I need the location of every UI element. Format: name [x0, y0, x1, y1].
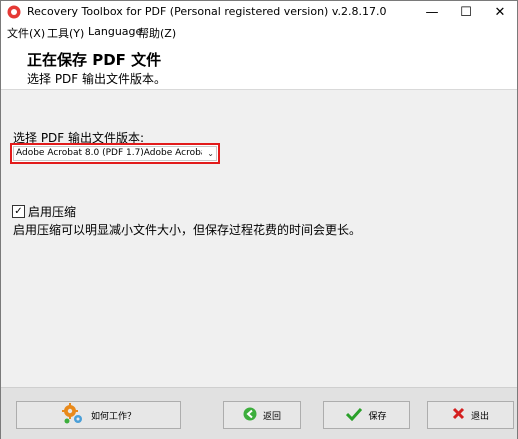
maximize-button[interactable]: ☐	[449, 1, 483, 23]
menu-language[interactable]: Language	[88, 25, 142, 38]
how-it-works-label: 如何工作？	[90, 411, 136, 422]
close-button[interactable]: ✕	[483, 1, 517, 23]
compress-label[interactable]: 启用压缩	[28, 203, 76, 220]
version-select-value: Adobe Acrobat 8.0 (PDF 1.7)Adobe Acrobat…	[16, 148, 202, 158]
how-it-works-button[interactable]: 如何工作？	[16, 401, 181, 429]
app-logo-icon	[7, 5, 21, 19]
version-select[interactable]: Adobe Acrobat 8.0 (PDF 1.7)Adobe Acrobat…	[13, 146, 217, 161]
compress-option[interactable]: ✓ 启用压缩	[12, 203, 76, 220]
wizard-header: 正在保存 PDF 文件 选择 PDF 输出文件版本。	[1, 41, 517, 90]
app-window: Recovery Toolbox for PDF (Personal regis…	[0, 0, 518, 439]
chevron-down-icon[interactable]: ⌄	[207, 148, 214, 159]
save-button[interactable]: 保存	[323, 401, 410, 429]
exit-button[interactable]: 退出	[427, 401, 514, 429]
exit-label: 退出	[470, 411, 489, 422]
back-arrow-icon	[243, 407, 257, 424]
version-select-highlight: Adobe Acrobat 8.0 (PDF 1.7)Adobe Acrobat…	[10, 143, 220, 164]
menu-help[interactable]: 帮助(Z)	[138, 25, 176, 41]
title-bar[interactable]: Recovery Toolbox for PDF (Personal regis…	[1, 1, 517, 23]
menu-tools[interactable]: 工具(Y)	[47, 25, 84, 41]
checkmark-icon	[346, 407, 363, 424]
back-button[interactable]: 返回	[223, 401, 301, 429]
gears-icon	[61, 402, 85, 429]
compress-description: 启用压缩可以明显减小文件大小，但保存过程花费的时间会更长。	[13, 223, 362, 237]
minimize-button[interactable]: —	[415, 1, 449, 23]
page-title: 正在保存 PDF 文件	[27, 51, 162, 69]
save-label: 保存	[368, 411, 387, 422]
page-subtitle: 选择 PDF 输出文件版本。	[27, 72, 167, 86]
button-bar: 如何工作？ 返回 保存 退出	[1, 387, 517, 439]
compress-checkbox[interactable]: ✓	[12, 205, 25, 218]
cross-icon	[452, 407, 465, 423]
back-label: 返回	[262, 411, 281, 422]
window-title: Recovery Toolbox for PDF (Personal regis…	[27, 5, 387, 18]
menu-file[interactable]: 文件(X)	[7, 25, 45, 41]
menu-bar: 文件(X) 工具(Y) Language 帮助(Z)	[1, 23, 517, 41]
